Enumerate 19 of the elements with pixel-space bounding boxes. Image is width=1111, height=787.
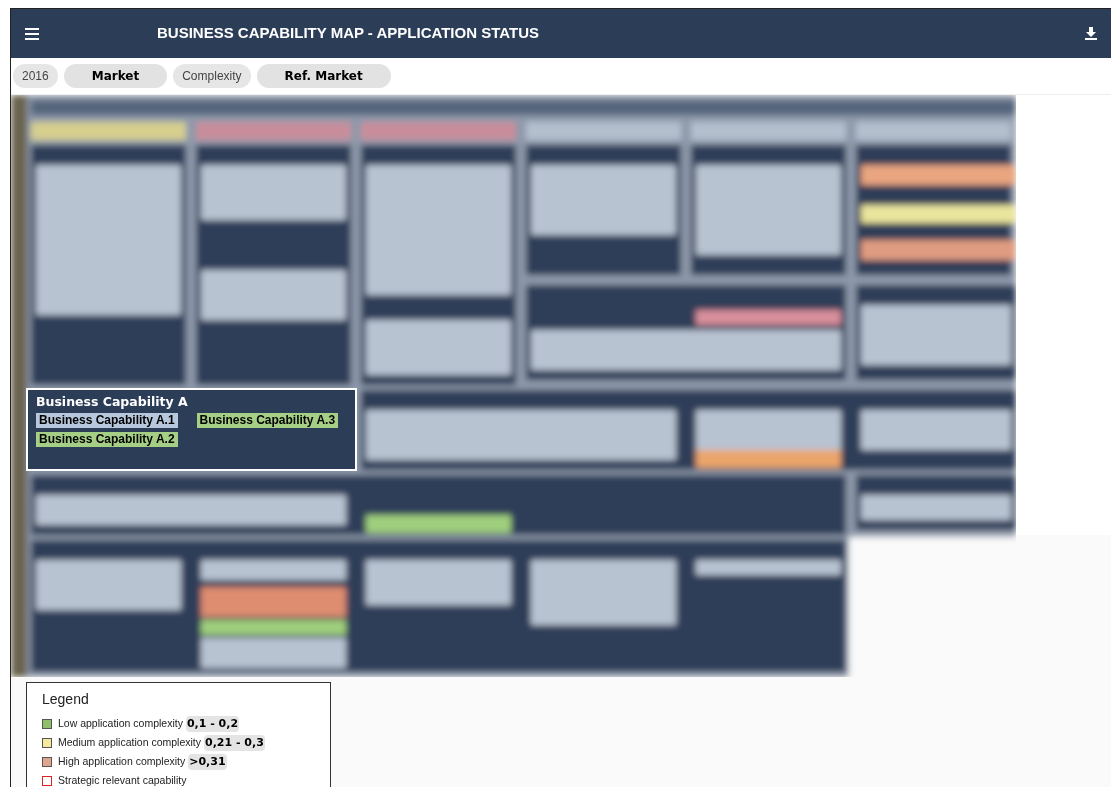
capability-item: Business Capability A.2 <box>36 432 178 447</box>
filter-chip[interactable]: 2016 <box>13 64 58 88</box>
capability-item: Business Capability A.1 <box>36 413 178 428</box>
download-icon[interactable] <box>1085 27 1097 40</box>
page-title: BUSINESS CAPABILITY MAP - APPLICATION STATUS <box>157 23 539 44</box>
filter-chip[interactable]: Complexity <box>173 64 251 88</box>
filter-chip[interactable]: Market <box>63 64 168 88</box>
legend-label: Medium application complexity <box>58 735 201 751</box>
range-value: 0,21 - 0,3 <box>204 734 265 752</box>
range-value: >0,31 <box>188 753 227 771</box>
legend-title: Legend <box>42 690 90 709</box>
legend-label: Strategic relevant capability <box>58 773 187 787</box>
capability-item: Business Capability A.3 <box>196 413 339 428</box>
filter-chip[interactable]: Ref. Market <box>256 64 391 88</box>
capability-title: Business Capability A <box>36 393 189 411</box>
menu-icon[interactable] <box>25 27 39 40</box>
legend-label: High application complexity <box>58 754 186 770</box>
range-value: 0,1 - 0,2 <box>185 715 240 733</box>
legend-label: Low application complexity <box>58 716 183 732</box>
